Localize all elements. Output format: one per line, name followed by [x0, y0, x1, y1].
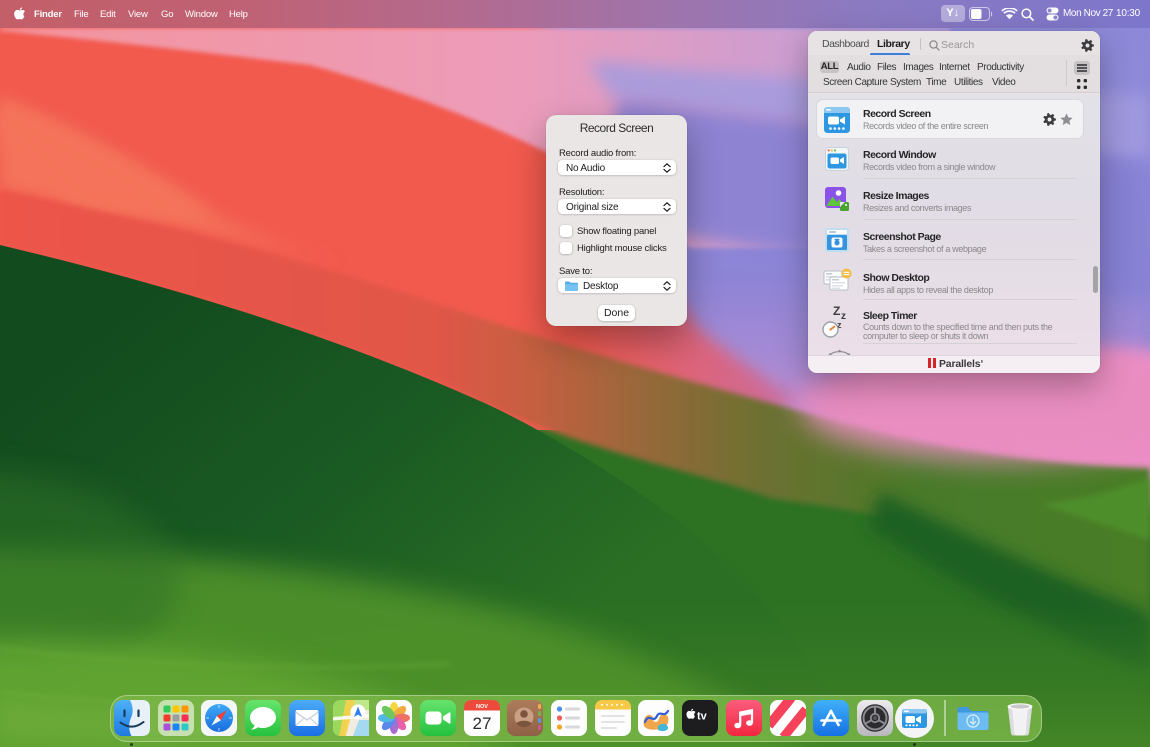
svg-text:27: 27: [472, 714, 491, 733]
svg-text:tv: tv: [697, 711, 708, 723]
svg-text:NOV: NOV: [476, 704, 488, 710]
